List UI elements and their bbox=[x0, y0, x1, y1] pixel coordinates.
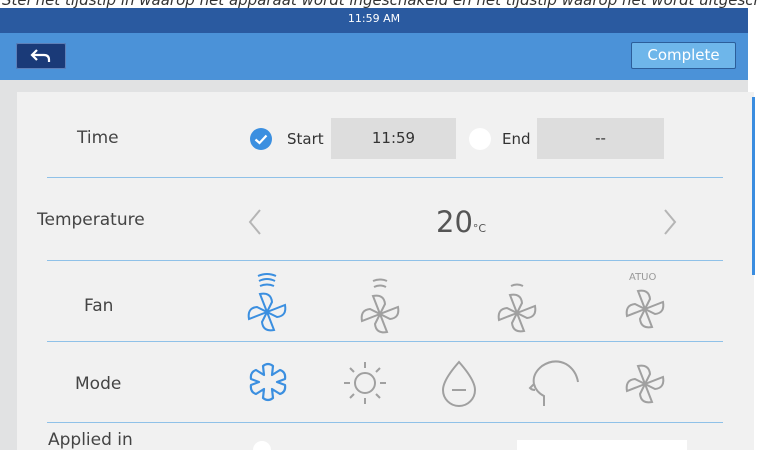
temperature-value: 20°C bbox=[436, 205, 486, 239]
temperature-unit: °C bbox=[472, 222, 487, 235]
applied-label: Applied in bbox=[48, 430, 133, 450]
app-bar: Complete bbox=[0, 33, 748, 80]
start-label: Start bbox=[287, 130, 324, 148]
divider bbox=[47, 260, 723, 261]
divider bbox=[47, 177, 723, 178]
end-checkbox[interactable] bbox=[468, 127, 492, 151]
back-arrow-icon bbox=[30, 49, 51, 62]
start-checkbox[interactable] bbox=[249, 127, 273, 151]
back-button[interactable] bbox=[16, 43, 66, 69]
head-icon[interactable] bbox=[526, 358, 582, 408]
fan-low-icon[interactable] bbox=[359, 278, 401, 334]
start-time-field[interactable]: 11:59 bbox=[331, 118, 456, 159]
drop-icon[interactable] bbox=[437, 360, 481, 408]
chevron-left-icon[interactable] bbox=[247, 208, 263, 236]
fan-high-icon[interactable] bbox=[246, 272, 288, 332]
mode-label: Mode bbox=[75, 374, 122, 394]
fan-auto-label: ATUO bbox=[629, 272, 657, 283]
divider bbox=[47, 341, 723, 342]
fan-icon[interactable] bbox=[624, 362, 666, 406]
end-time-field[interactable]: -- bbox=[537, 118, 664, 159]
applied-radio[interactable] bbox=[253, 441, 271, 459]
time-label: Time bbox=[77, 128, 119, 148]
chevron-right-icon[interactable] bbox=[662, 208, 678, 236]
divider bbox=[47, 422, 723, 423]
temperature-number: 20 bbox=[436, 205, 473, 239]
sun-icon[interactable] bbox=[343, 360, 387, 406]
complete-button[interactable]: Complete bbox=[631, 42, 736, 69]
fan-label: Fan bbox=[84, 296, 114, 316]
fan-auto-icon[interactable] bbox=[624, 287, 666, 331]
status-bar: 11:59 AM bbox=[0, 8, 748, 33]
end-label: End bbox=[502, 130, 531, 148]
snowflake-icon[interactable] bbox=[248, 362, 288, 402]
scrollbar[interactable] bbox=[752, 97, 755, 275]
temperature-label: Temperature bbox=[37, 210, 145, 230]
fan-off-icon[interactable] bbox=[496, 283, 538, 333]
status-time: 11:59 AM bbox=[347, 12, 401, 25]
select-field[interactable] bbox=[517, 440, 687, 455]
